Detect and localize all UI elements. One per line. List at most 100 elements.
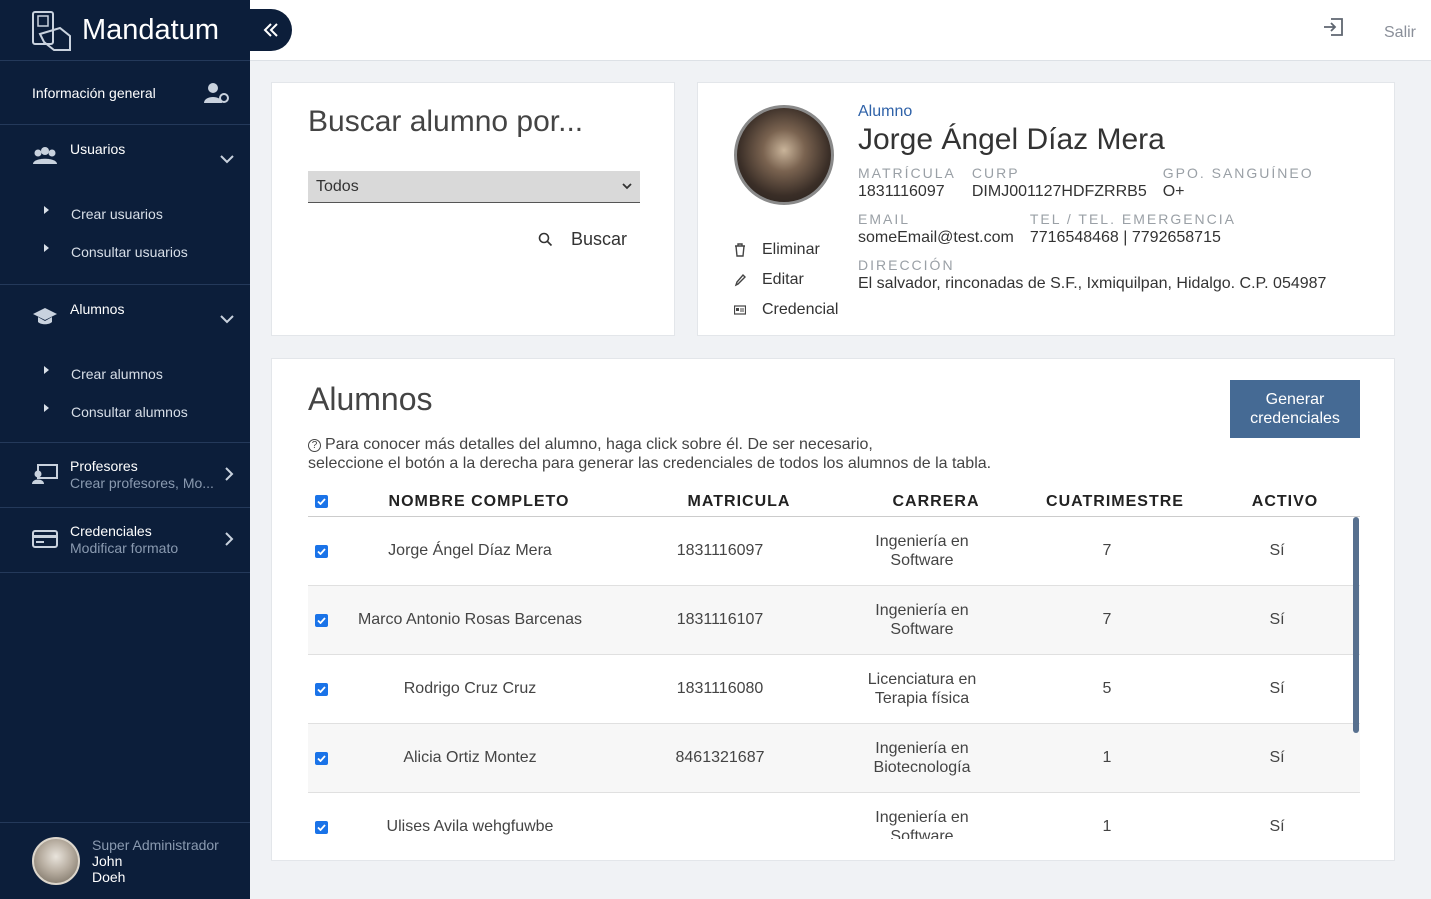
row-checkbox[interactable] xyxy=(308,613,334,627)
credential-button[interactable]: Credencial xyxy=(734,295,838,325)
carrera-line-2: Software xyxy=(890,621,954,638)
delete-button[interactable]: Eliminar xyxy=(734,235,838,265)
sidebar-subitem-consultar-alumnos[interactable]: Consultar alumnos xyxy=(0,393,250,431)
header-cuatrimestre[interactable]: CUATRIMESTRE xyxy=(1018,493,1212,511)
email-label: EMAIL xyxy=(858,211,911,227)
student-kind: Alumno xyxy=(858,103,913,120)
sidebar-item-label: Información general xyxy=(32,84,156,101)
matricula-field: MATRÍCULA 1831116097 xyxy=(858,165,956,201)
users-icon xyxy=(33,147,57,164)
chevron-down-icon[interactable] xyxy=(220,315,234,324)
logout-icon[interactable] xyxy=(1322,16,1344,38)
help-circle-icon: ? xyxy=(308,439,321,452)
sidebar-item-credenciales[interactable]: Credenciales Modificar formato xyxy=(0,508,250,573)
student-info: Alumno Jorge Ángel Díaz Mera MATRÍCULA 1… xyxy=(858,103,1342,293)
cell-carrera: Ingeniería en Software xyxy=(834,808,1010,839)
cell-matricula: 8461321687 xyxy=(675,749,765,766)
sidebar-item-info[interactable]: Información general xyxy=(0,61,250,125)
user-settings-icon xyxy=(204,82,229,103)
header-name[interactable]: NOMBRE COMPLETO xyxy=(334,493,624,511)
email-field: EMAIL someEmail@test.com xyxy=(858,211,1014,247)
email-value: someEmail@test.com xyxy=(858,229,1014,246)
students-table-card: Alumnos Generar credenciales ? Para conoc… xyxy=(271,358,1395,861)
sidebar-subitem-crear-alumnos[interactable]: Crear alumnos xyxy=(0,355,250,393)
cell-matricula: 1831116080 xyxy=(676,680,764,697)
sidebar-item-credenciales-head: Credenciales Modificar formato xyxy=(0,508,250,556)
graduation-cap-icon xyxy=(33,308,57,325)
collapse-sidebar-button[interactable] xyxy=(250,9,292,51)
sidebar-item-label: Usuarios xyxy=(70,141,126,157)
user-first-name: John xyxy=(92,853,123,869)
curp-value: DIMJ001127HDFZRRB5 xyxy=(971,183,1147,200)
sidebar-subitem-consultar-usuarios[interactable]: Consultar usuarios xyxy=(0,233,250,271)
tel-value: 7716548468 | 7792658715 xyxy=(1029,229,1221,246)
carrera-line-2: Software xyxy=(890,552,954,569)
cell-name: Rodrigo Cruz Cruz xyxy=(403,680,537,697)
row-checkbox[interactable] xyxy=(308,682,334,696)
header-matricula[interactable]: MATRICULA xyxy=(624,493,854,511)
chevron-right-icon xyxy=(225,467,234,481)
checkbox-checked-icon xyxy=(314,820,328,834)
generate-credentials-button[interactable]: Generar credenciales xyxy=(1230,380,1360,438)
mandatum-logo-icon xyxy=(32,11,71,51)
row-checkbox[interactable] xyxy=(308,820,334,834)
caret-right-icon xyxy=(44,404,49,412)
logout-button[interactable]: Salir xyxy=(1384,24,1416,42)
header-carrera[interactable]: CARRERA xyxy=(854,492,1018,511)
header-activo[interactable]: ACTIVO xyxy=(1212,493,1358,511)
brand[interactable]: Mandatum xyxy=(0,0,250,61)
cell-activo: Sí xyxy=(1269,749,1285,766)
sidebar-item-alumnos[interactable]: Alumnos xyxy=(0,285,250,355)
sidebar-subitem-label: Consultar alumnos xyxy=(71,404,188,420)
search-title: Buscar alumno por... xyxy=(308,105,584,138)
sidebar-subitem-crear-usuarios[interactable]: Crear usuarios xyxy=(0,195,250,233)
delete-label: Eliminar xyxy=(762,241,820,258)
sidebar-item-label: Credenciales xyxy=(70,523,152,539)
cell-cuatrimestre: 5 xyxy=(1102,680,1112,697)
blood-label: GPO. SANGUÍNEO xyxy=(1162,165,1314,181)
student-name: Jorge Ángel Díaz Mera xyxy=(858,123,1165,156)
chevron-down-icon[interactable] xyxy=(220,155,234,164)
tel-field: TEL / TEL. EMERGENCIA 7716548468 | 77926… xyxy=(1030,211,1236,247)
table-row[interactable]: Alicia Ortiz Montez 8461321687 Ingenierí… xyxy=(308,724,1360,793)
carrera-line-2: Terapia física xyxy=(874,690,970,707)
sidebar-section-alumnos: Alumnos Crear alumnos Consultar alumnos xyxy=(0,285,250,443)
table-row[interactable]: Ulises Avila wehgfuwbe Ingeniería en Soft… xyxy=(308,793,1360,839)
select-all-checkbox[interactable] xyxy=(308,495,334,508)
edit-button[interactable]: Editar xyxy=(734,265,838,295)
table-row[interactable]: Marco Antonio Rosas Barcenas 1831116107 … xyxy=(308,586,1360,655)
teacher-icon xyxy=(32,464,58,484)
cell-cuatrimestre: 1 xyxy=(1102,749,1112,766)
sidebar-item-profesores[interactable]: Profesores Crear profesores, Mo... xyxy=(0,443,250,508)
trash-icon xyxy=(735,243,745,257)
cell-activo: Sí xyxy=(1269,611,1285,628)
user-profile[interactable]: Super Administrador John Doeh xyxy=(0,822,250,899)
pencil-icon xyxy=(734,273,746,287)
matricula-label: MATRÍCULA xyxy=(858,165,956,181)
carrera-line-2: Biotecnología xyxy=(873,759,971,776)
carrera-line-2: Software xyxy=(890,828,954,839)
table-scrollbar[interactable] xyxy=(1353,517,1359,733)
address-value: El salvador, rinconadas de S.F., Ixmiqui… xyxy=(858,275,1327,292)
cell-activo: Sí xyxy=(1269,680,1285,697)
checkbox-checked-icon xyxy=(314,495,328,508)
cell-cuatrimestre: 1 xyxy=(1102,818,1112,835)
student-photo xyxy=(734,105,834,205)
cell-name: Ulises Avila wehgfuwbe xyxy=(386,818,554,835)
row-checkbox[interactable] xyxy=(308,751,334,765)
cell-cuatrimestre: 7 xyxy=(1102,611,1112,628)
double-chevron-left-icon xyxy=(263,23,278,37)
student-row-address: DIRECCIÓN El salvador, rinconadas de S.F… xyxy=(858,257,1342,293)
student-detail-card: Eliminar Editar Credencial Alumno Jorge … xyxy=(697,82,1395,336)
blood-value: O+ xyxy=(1162,183,1185,200)
caret-right-icon xyxy=(44,366,49,374)
sidebar-item-usuarios[interactable]: Usuarios xyxy=(0,125,250,195)
sidebar-subitem-label: Consultar usuarios xyxy=(71,244,188,260)
chevron-right-icon xyxy=(225,532,234,546)
caret-right-icon xyxy=(44,244,49,252)
search-filter-select[interactable]: Todos xyxy=(308,171,640,203)
row-checkbox[interactable] xyxy=(308,544,334,558)
table-row[interactable]: Jorge Ángel Díaz Mera 1831116097 Ingenie… xyxy=(308,517,1360,586)
table-row[interactable]: Rodrigo Cruz Cruz 1831116080 Licenciatur… xyxy=(308,655,1360,724)
search-button[interactable]: Buscar xyxy=(538,229,627,250)
